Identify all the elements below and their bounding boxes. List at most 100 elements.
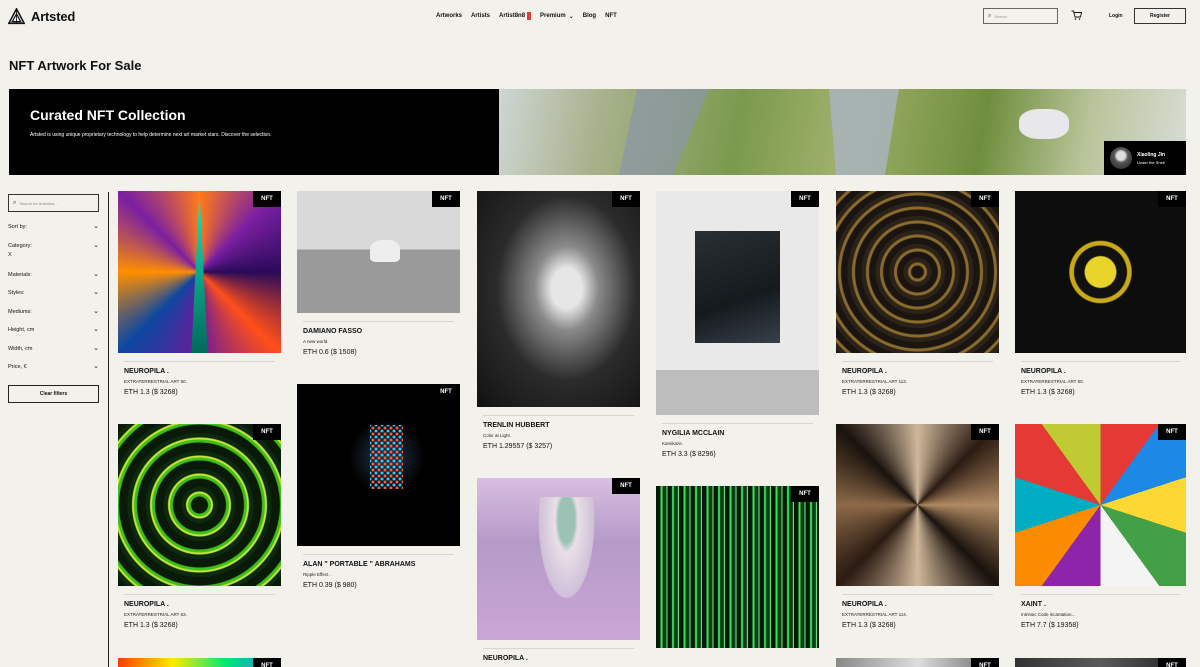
card-price: ETH 7.7 ($ 19358) bbox=[1021, 622, 1079, 629]
filter-label: Styles: bbox=[8, 290, 25, 296]
card-artist[interactable]: XAINT . bbox=[1015, 595, 1186, 608]
chevron-down-icon: ⌄ bbox=[93, 241, 99, 249]
nav-artist8n8-label: Artist8n8 bbox=[499, 13, 526, 19]
card-price: ETH 0.39 ($ 980) bbox=[303, 582, 357, 589]
card-artist[interactable]: NEUROPILA . bbox=[836, 595, 999, 608]
card-artist[interactable]: NEUROPILA . bbox=[1015, 362, 1186, 375]
filter-label: Height, cm bbox=[8, 327, 35, 333]
chevron-down-icon: ⌄ bbox=[93, 344, 99, 352]
nav-premium[interactable]: Premium ⌄ bbox=[540, 12, 574, 20]
nft-badge: NFT bbox=[971, 424, 999, 440]
hero-banner: Curated NFT Collection Artsted is using … bbox=[9, 89, 1186, 175]
artwork-card[interactable]: NFT bbox=[656, 486, 819, 648]
card-title: Ripple Effect . bbox=[303, 572, 331, 577]
card-price: ETH 0.6 ($ 1508) bbox=[303, 349, 357, 356]
card-title: EXTRATERRESTRIAL ART 60. bbox=[124, 379, 187, 384]
filter-width[interactable]: Width, cm ⌄ bbox=[8, 342, 99, 361]
nft-badge: NFT bbox=[253, 658, 281, 667]
card-price: ETH 1.29557 ($ 3257) bbox=[483, 443, 553, 450]
filter-category[interactable]: Category: ⌄ X bbox=[8, 239, 99, 268]
credit-name: Xiaoling Jin bbox=[1137, 151, 1166, 158]
card-title: EXTRATERRESTRIAL ART 113. bbox=[842, 379, 908, 384]
nft-badge: NFT bbox=[971, 191, 999, 207]
nft-badge: NFT bbox=[253, 424, 281, 440]
artwork-search-input[interactable]: ⌕ Search for Artworks... bbox=[8, 194, 99, 212]
artwork-card[interactable]: NFT NEUROPILA . EXTRATERRESTRIAL ART 50.… bbox=[1015, 191, 1186, 396]
artwork-card[interactable]: NFT NEUROPILA . EXTRATERRESTRIAL ART 114… bbox=[836, 424, 999, 629]
card-artist[interactable]: NEUROPILA . bbox=[118, 595, 281, 608]
chevron-down-icon: ⌄ bbox=[93, 289, 99, 296]
search-icon: ⌕ bbox=[13, 199, 17, 206]
nft-badge: NFT bbox=[1158, 424, 1186, 440]
artwork-card[interactable]: NFT NEUROPILA . bbox=[477, 478, 640, 662]
artwork-card[interactable]: NFT bbox=[836, 658, 999, 667]
banner-title: Curated NFT Collection bbox=[30, 107, 186, 123]
card-artist[interactable]: NYGILIA MCCLAIN bbox=[656, 424, 819, 437]
banner-description: Artsted is using unique proprietary tech… bbox=[30, 132, 272, 138]
logo[interactable]: Artsted bbox=[8, 8, 75, 25]
artwork-image[interactable]: NFT bbox=[118, 658, 281, 667]
clear-filters-button[interactable]: Clear filters bbox=[8, 384, 99, 403]
artwork-image[interactable]: NFT bbox=[1015, 424, 1186, 586]
card-price: ETH 3.3 ($ 8296) bbox=[662, 451, 716, 458]
filter-price[interactable]: Price, € ⌄ bbox=[8, 360, 99, 379]
nft-badge: NFT bbox=[791, 191, 819, 207]
register-button[interactable]: Register bbox=[1134, 8, 1186, 24]
card-artist[interactable]: NEUROPILA . bbox=[477, 649, 640, 662]
card-artist[interactable]: TRENLIN HUBBERT bbox=[477, 416, 640, 429]
nft-badge: NFT bbox=[432, 191, 460, 207]
nav-premium-label: Premium bbox=[540, 13, 566, 19]
artwork-card[interactable]: NFT ALAN " PORTABLE " ABRAHAMS Ripple Ef… bbox=[297, 384, 460, 589]
card-price: ETH 1.3 ($ 3268) bbox=[842, 389, 896, 396]
card-artist[interactable]: ALAN " PORTABLE " ABRAHAMS bbox=[297, 555, 460, 568]
artwork-image[interactable]: NFT bbox=[656, 191, 819, 415]
nav-artworks[interactable]: Artworks bbox=[436, 12, 462, 20]
artwork-image[interactable]: NFT bbox=[118, 424, 281, 586]
avatar bbox=[1110, 147, 1132, 169]
artwork-image[interactable]: NFT bbox=[477, 478, 640, 640]
artwork-card[interactable]: NFT bbox=[118, 658, 281, 667]
artwork-card[interactable]: NFT bbox=[1015, 658, 1186, 667]
card-artist[interactable]: NEUROPILA . bbox=[118, 362, 281, 375]
top-header: Artsted Artworks Artists Artist8n8 Premi… bbox=[0, 0, 1200, 34]
nft-badge: NFT bbox=[612, 191, 640, 207]
nav-blog[interactable]: Blog bbox=[583, 12, 596, 20]
artwork-image[interactable]: NFT bbox=[1015, 191, 1186, 353]
artwork-image[interactable]: NFT bbox=[297, 191, 460, 313]
card-artist[interactable]: DAMIANO FASSO bbox=[297, 322, 460, 335]
login-link[interactable]: Login bbox=[1109, 13, 1123, 19]
nav-artists[interactable]: Artists bbox=[471, 12, 490, 20]
artwork-card[interactable]: NFT NEUROPILA . EXTRATERRESTRIAL ART 63.… bbox=[118, 424, 281, 629]
filter-mediums[interactable]: Mediums: ⌄ bbox=[8, 305, 99, 324]
artwork-image[interactable]: NFT bbox=[836, 658, 999, 667]
artwork-card[interactable]: NFT XAINT . Intrinsic Code incantation..… bbox=[1015, 424, 1186, 629]
artwork-card[interactable]: NFT NEUROPILA . EXTRATERRESTRIAL ART 113… bbox=[836, 191, 999, 396]
artwork-image[interactable]: NFT bbox=[656, 486, 819, 648]
credit-work: Under the Shell bbox=[1137, 159, 1165, 165]
artwork-card[interactable]: NFT NYGILIA MCCLAIN Kamikaze. ETH 3.3 ($… bbox=[656, 191, 819, 458]
artwork-card[interactable]: NFT NEUROPILA . EXTRATERRESTRIAL ART 60.… bbox=[118, 191, 281, 396]
filter-styles[interactable]: Styles: ⌄ bbox=[8, 286, 99, 305]
artwork-card[interactable]: NFT DAMIANO FASSO A new world. ETH 0.6 (… bbox=[297, 191, 460, 356]
filter-height[interactable]: Height, cm ⌄ bbox=[8, 323, 99, 342]
cart-icon[interactable] bbox=[1071, 10, 1083, 23]
nav-artist8n8[interactable]: Artist8n8 bbox=[499, 12, 532, 20]
filter-materials[interactable]: Materials: ⌄ bbox=[8, 268, 99, 287]
banner-artist-credit[interactable]: Xiaoling Jin Under the Shell bbox=[1104, 141, 1186, 175]
nav-nft[interactable]: NFT bbox=[605, 12, 617, 20]
artwork-image[interactable]: NFT bbox=[297, 384, 460, 546]
filter-sort-by[interactable]: Sort by: ⌄ bbox=[8, 220, 99, 239]
artwork-image[interactable]: NFT bbox=[477, 191, 640, 407]
filter-label: Mediums: bbox=[8, 308, 32, 315]
new-badge bbox=[527, 12, 532, 20]
artwork-card[interactable]: NFT TRENLIN HUBBERT Color at Light. ETH … bbox=[477, 191, 640, 450]
artwork-image[interactable]: NFT bbox=[836, 191, 999, 353]
artwork-image[interactable]: NFT bbox=[1015, 658, 1186, 667]
nft-badge: NFT bbox=[1158, 658, 1186, 667]
header-search-input[interactable]: ⌕ Search bbox=[983, 8, 1058, 24]
card-price: ETH 1.3 ($ 3268) bbox=[124, 622, 178, 629]
nft-badge: NFT bbox=[1158, 191, 1186, 207]
artwork-image[interactable]: NFT bbox=[836, 424, 999, 586]
artwork-image[interactable]: NFT bbox=[118, 191, 281, 353]
card-artist[interactable]: NEUROPILA . bbox=[836, 362, 999, 375]
